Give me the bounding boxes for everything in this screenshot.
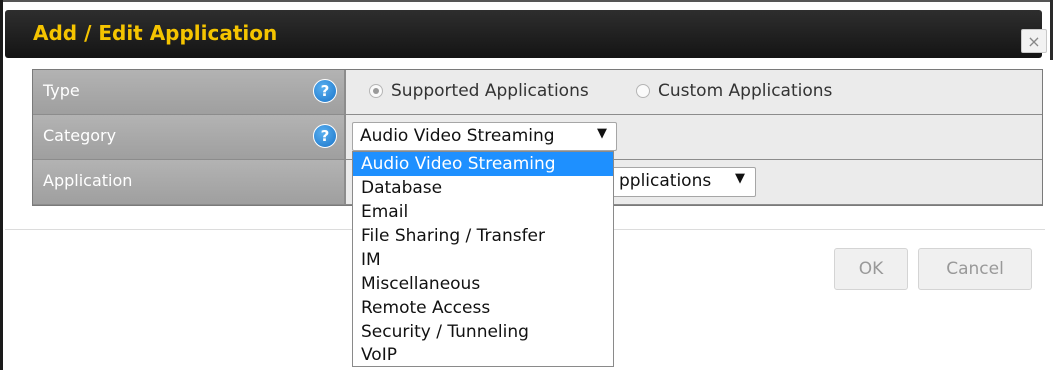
category-dropdown-list: Audio Video Streaming Database Email Fil…: [352, 151, 614, 367]
type-label-cell: Type ?: [33, 70, 344, 114]
category-option[interactable]: Miscellaneous: [353, 272, 613, 296]
dialog-title: Add / Edit Application: [33, 21, 278, 45]
close-icon[interactable]: ×: [1021, 29, 1047, 53]
cancel-button[interactable]: Cancel: [918, 248, 1032, 290]
category-select-value: Audio Video Streaming: [360, 126, 555, 146]
type-label: Type: [43, 81, 80, 100]
category-option[interactable]: Security / Tunneling: [353, 320, 613, 344]
application-select-value: pplications: [619, 171, 712, 191]
chevron-down-icon: ▼: [735, 171, 745, 186]
window-frame-top: [0, 0, 1053, 2]
chevron-down-icon: ▼: [597, 126, 607, 141]
category-select[interactable]: Audio Video Streaming ▼: [352, 122, 617, 151]
category-option[interactable]: Remote Access: [353, 296, 613, 320]
supported-applications-label[interactable]: Supported Applications: [391, 81, 589, 101]
category-option[interactable]: File Sharing / Transfer: [353, 224, 613, 248]
category-option[interactable]: Database: [353, 176, 613, 200]
ok-button[interactable]: OK: [834, 248, 908, 290]
category-label: Category: [43, 126, 117, 145]
type-value-cell: Supported Applications Custom Applicatio…: [346, 70, 1042, 114]
category-label-cell: Category ?: [33, 115, 344, 159]
custom-applications-radio[interactable]: [636, 84, 650, 98]
dialog-titlebar: Add / Edit Application: [5, 10, 1042, 58]
application-label-cell: Application: [33, 160, 344, 204]
category-option[interactable]: Email: [353, 200, 613, 224]
supported-applications-radio[interactable]: [369, 84, 383, 98]
help-icon[interactable]: ?: [313, 124, 337, 148]
application-label: Application: [43, 171, 133, 190]
custom-applications-label[interactable]: Custom Applications: [658, 81, 832, 101]
category-option[interactable]: IM: [353, 248, 613, 272]
category-option[interactable]: VoIP: [353, 343, 613, 367]
window-frame-left: [0, 0, 3, 370]
help-icon[interactable]: ?: [313, 79, 337, 103]
category-option[interactable]: Audio Video Streaming: [353, 152, 613, 176]
type-row: Type ? Supported Applications Custom App…: [33, 70, 1042, 115]
